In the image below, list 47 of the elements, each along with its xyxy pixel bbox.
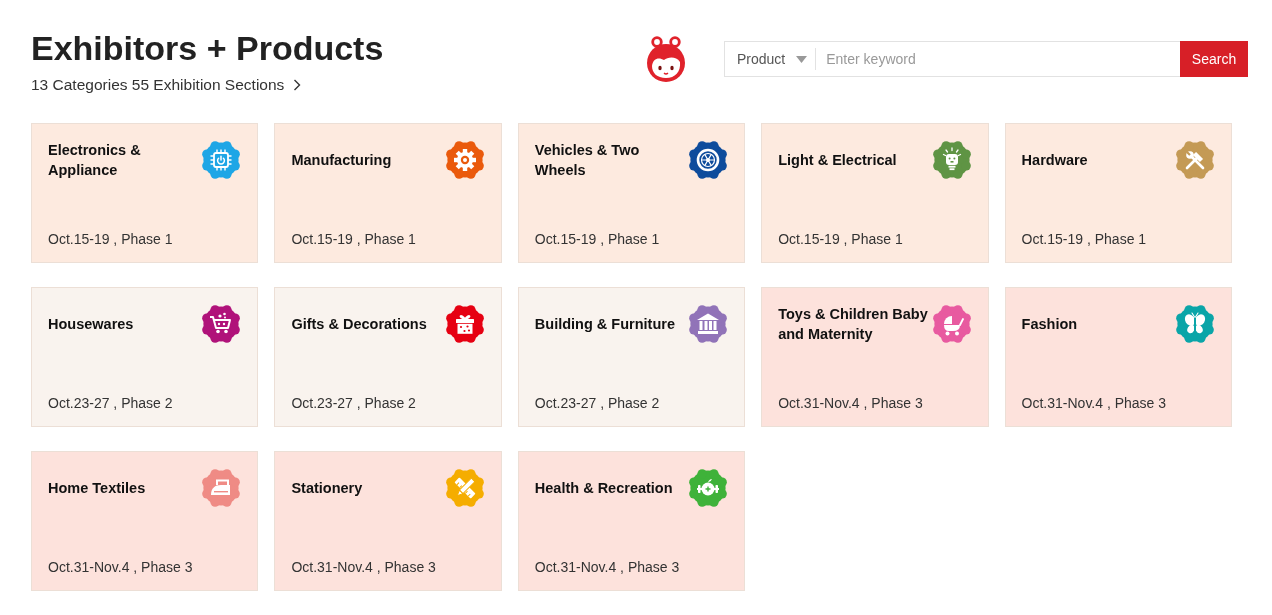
category-card[interactable]: Housewares Oct.23-27 , Phase 2 xyxy=(31,287,259,427)
category-title: Building & Furniture xyxy=(534,315,675,334)
sections-link[interactable]: 13 Categories 55 Exhibition Sections xyxy=(31,75,302,95)
category-card[interactable]: Toys & Children Baby and Maternity Oct.31-Nov.4 , Phase 3 xyxy=(761,287,989,427)
category-title: Vehicles & Two Wheels xyxy=(534,141,641,180)
category-card[interactable]: Manufacturing Oct.15-19 , Phase 1 xyxy=(274,123,502,263)
category-title: Health & Recreation xyxy=(534,479,673,498)
category-date: Oct.23-27 , Phase 2 xyxy=(534,395,661,411)
category-card[interactable]: Home Textiles Oct.31-Nov.4 , Phase 3 xyxy=(31,451,259,591)
caret-icon xyxy=(796,55,808,63)
category-card[interactable]: Fashion Oct.31-Nov.4 , Phase 3 xyxy=(1004,287,1232,427)
chevron-right-icon xyxy=(293,79,302,91)
category-date: Oct.15-19 , Phase 1 xyxy=(534,231,661,247)
category-card[interactable]: Stationery Oct.31-Nov.4 , Phase 3 xyxy=(274,451,502,591)
category-card[interactable]: Gifts & Decorations Oct.23-27 , Phase 2 xyxy=(274,287,502,427)
category-title: Electronics & Appliance xyxy=(48,141,142,180)
category-title: Home Textiles xyxy=(48,479,146,498)
category-title: Hardware xyxy=(1021,151,1088,170)
category-card[interactable]: Electronics & Appliance Oct.15-19 , Phase 1 xyxy=(31,123,259,263)
keyword-input[interactable]: Enter keyword xyxy=(816,42,1180,76)
category-card[interactable]: Building & Furniture Oct.23-27 , Phase 2 xyxy=(517,287,746,427)
category-date: Oct.31-Nov.4 , Phase 3 xyxy=(48,559,194,575)
category-date: Oct.15-19 , Phase 1 xyxy=(1021,231,1148,247)
category-title: Housewares xyxy=(48,315,134,334)
scope-dropdown[interactable]: Product xyxy=(725,42,816,76)
search-button[interactable]: Search xyxy=(1180,41,1248,77)
category-title: Toys & Children Baby and Maternity xyxy=(778,305,929,344)
category-date: Oct.15-19 , Phase 1 xyxy=(291,231,417,247)
category-title: Gifts & Decorations xyxy=(291,315,427,334)
category-card[interactable]: Light & Electrical Oct.15-19 , Phase 1 xyxy=(761,123,989,263)
category-date: Oct.15-19 , Phase 1 xyxy=(48,231,174,247)
category-card[interactable]: Hardware Oct.15-19 , Phase 1 xyxy=(1004,123,1232,263)
category-date: Oct.31-Nov.4 , Phase 3 xyxy=(291,559,437,575)
category-date: Oct.31-Nov.4 , Phase 3 xyxy=(534,559,681,575)
category-card[interactable]: Vehicles & Two Wheels Oct.15-19 , Phase 1 xyxy=(517,123,746,263)
category-date: Oct.31-Nov.4 , Phase 3 xyxy=(1021,395,1168,411)
category-card[interactable]: Health & Recreation Oct.31-Nov.4 , Phase 3 xyxy=(517,451,746,591)
search-bar[interactable]: Product Enter keyword xyxy=(724,41,1180,77)
category-title: Manufacturing xyxy=(291,151,392,170)
category-title: Fashion xyxy=(1021,315,1078,334)
category-date: Oct.23-27 , Phase 2 xyxy=(48,395,174,411)
category-date: Oct.23-27 , Phase 2 xyxy=(291,395,417,411)
category-date: Oct.31-Nov.4 , Phase 3 xyxy=(778,395,924,411)
category-title: Stationery xyxy=(291,479,363,498)
category-date: Oct.15-19 , Phase 1 xyxy=(778,231,904,247)
category-title: Light & Electrical xyxy=(778,151,897,170)
page-title: Exhibitors + Products xyxy=(31,28,384,69)
